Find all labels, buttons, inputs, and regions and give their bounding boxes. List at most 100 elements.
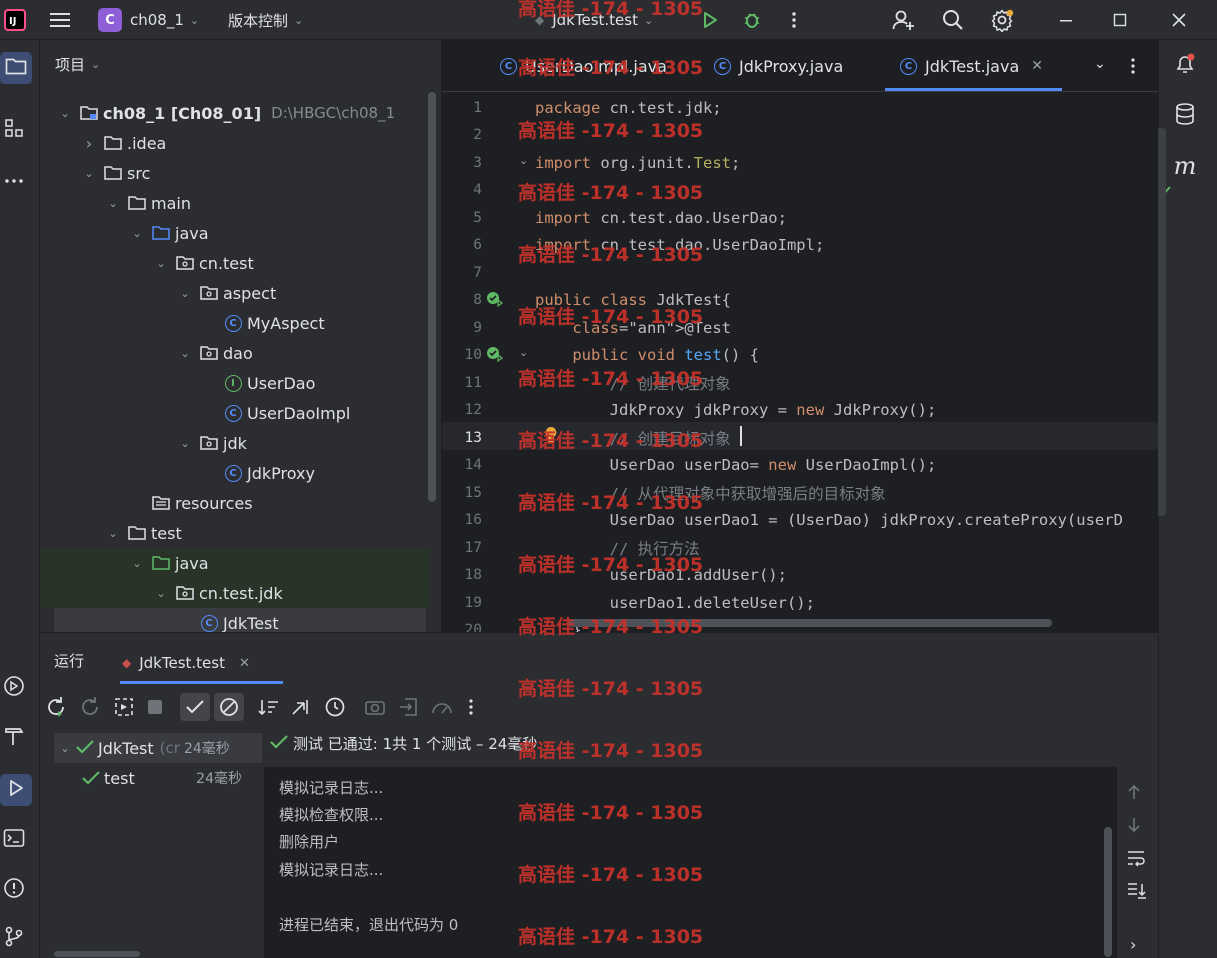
tree-item[interactable]: ⌄ main: [40, 188, 430, 218]
minimize-button[interactable]: [1050, 0, 1082, 40]
app-logo-icon[interactable]: IJ: [4, 0, 26, 40]
rerun-failed-icon[interactable]: [78, 695, 102, 723]
notifications-button[interactable]: [1171, 52, 1199, 80]
chevron-down-icon[interactable]: ⌄: [178, 287, 192, 300]
tab-userdaoimpl[interactable]: C UserDaoImpl.java: [500, 40, 667, 92]
git-tool-button[interactable]: [0, 924, 28, 952]
chevron-down-icon[interactable]: ⌄: [106, 197, 120, 210]
tree-item[interactable]: › .idea: [40, 128, 430, 158]
problems-tool-button[interactable]: [0, 876, 28, 904]
main-menu-icon[interactable]: [48, 0, 72, 40]
sort-alpha-icon[interactable]: [258, 696, 280, 722]
tree-horizontal-scrollbar[interactable]: [54, 951, 140, 957]
console-output[interactable]: 模拟记录日志... 模拟检查权限... 删除用户 模拟记录日志... 进程已结束…: [264, 767, 1117, 958]
tree-item[interactable]: C UserDaoImpl: [40, 398, 430, 428]
tree-item[interactable]: ⌄ cn.test.jdk: [40, 578, 430, 608]
soft-wrap-icon[interactable]: [1126, 849, 1146, 871]
chevron-down-icon[interactable]: ⌄: [154, 587, 168, 600]
scroll-up-icon[interactable]: [1126, 783, 1142, 805]
stop-icon[interactable]: [148, 700, 162, 714]
close-window-button[interactable]: [1163, 0, 1195, 40]
search-button[interactable]: [937, 0, 969, 40]
run-config-selector[interactable]: ◆ JdkTest.test ⌄: [535, 0, 653, 40]
chevron-down-icon[interactable]: ⌄: [130, 227, 144, 240]
show-ignored-toggle[interactable]: [214, 693, 244, 721]
structure-tool-button[interactable]: [0, 116, 28, 144]
tree-item[interactable]: ⌄ ch08_1 [Ch08_01] D:\HBGC\ch08_1: [40, 98, 430, 128]
chevron-down-icon[interactable]: ⌄: [82, 167, 96, 180]
build-tool-button[interactable]: [0, 724, 28, 752]
test-row-test[interactable]: test 24毫秒: [54, 763, 262, 793]
more-tools-button[interactable]: [0, 166, 28, 194]
debug-button[interactable]: [736, 0, 768, 40]
project-tree-scrollbar[interactable]: [428, 92, 436, 502]
maximize-button[interactable]: [1104, 0, 1136, 40]
close-tab-icon[interactable]: ✕: [239, 656, 250, 671]
scroll-to-end-icon[interactable]: [1126, 881, 1146, 903]
tree-item[interactable]: I UserDao: [40, 368, 430, 398]
chevron-down-icon[interactable]: ⌄: [58, 107, 72, 120]
run-button[interactable]: [694, 0, 726, 40]
tree-item[interactable]: ⌄ dao: [40, 338, 430, 368]
more-actions-button[interactable]: [778, 0, 810, 40]
interface-icon: I: [224, 374, 242, 392]
editor-horizontal-scrollbar[interactable]: [567, 619, 1052, 627]
tree-item[interactable]: C JdkProxy: [40, 458, 430, 488]
tab-more-icon[interactable]: [1130, 57, 1136, 79]
run-tool-button[interactable]: [0, 774, 32, 806]
tree-item[interactable]: C JdkTest: [54, 608, 426, 632]
test-passed-icon: [76, 739, 94, 758]
tree-item[interactable]: ⌄ test: [40, 518, 430, 548]
test-row-jdktest[interactable]: ⌄ JdkTest (cr 24毫秒: [54, 733, 262, 763]
source-folder-icon: [152, 224, 170, 242]
project-tool-button[interactable]: [0, 52, 32, 84]
rerun-icon[interactable]: [44, 695, 68, 723]
tree-item[interactable]: ⌄ jdk: [40, 428, 430, 458]
import-icon[interactable]: [398, 696, 420, 722]
camera-icon[interactable]: [364, 696, 386, 722]
toggle-auto-test-icon[interactable]: [112, 695, 136, 723]
tree-item[interactable]: resources: [40, 488, 430, 518]
fold-chevron-icon[interactable]: ⌄: [519, 346, 528, 359]
close-tab-icon[interactable]: ✕: [1031, 58, 1043, 74]
chevron-right-icon[interactable]: ›: [82, 134, 96, 153]
tree-item[interactable]: ⌄ java: [40, 218, 430, 248]
services-tool-button[interactable]: [0, 674, 28, 702]
chevron-down-icon[interactable]: ⌄: [178, 437, 192, 450]
settings-button[interactable]: [986, 0, 1018, 40]
lightbulb-icon[interactable]: [544, 426, 558, 448]
maven-tool-button[interactable]: m: [1171, 152, 1199, 180]
run-gutter-icon[interactable]: [486, 346, 504, 366]
tree-item[interactable]: ⌄ src: [40, 158, 430, 188]
terminal-tool-button[interactable]: [0, 826, 28, 854]
tree-item[interactable]: C MyAspect: [40, 308, 430, 338]
collapse-all-icon[interactable]: [290, 696, 312, 722]
chevron-right-icon[interactable]: ›: [1130, 935, 1136, 954]
gauge-icon[interactable]: [430, 696, 454, 722]
fold-chevron-icon[interactable]: ⌄: [519, 154, 528, 167]
tree-item[interactable]: ⌄ aspect: [40, 278, 430, 308]
run-panel-title: 运行: [54, 652, 85, 670]
more-vertical-icon[interactable]: [468, 698, 474, 720]
chevron-down-icon[interactable]: ⌄: [106, 527, 120, 540]
chevron-down-icon[interactable]: ⌄: [154, 257, 168, 270]
project-switcher[interactable]: C ch08_1 ⌄: [98, 0, 199, 40]
console-scrollbar[interactable]: [1104, 827, 1112, 957]
scroll-down-icon[interactable]: [1126, 816, 1142, 838]
chevron-down-icon[interactable]: ⌄: [130, 557, 144, 570]
show-passed-toggle[interactable]: [180, 693, 210, 721]
tree-item[interactable]: ⌄ java: [40, 548, 430, 578]
run-gutter-icon[interactable]: [486, 291, 504, 311]
clock-icon[interactable]: [324, 696, 346, 722]
database-tool-button[interactable]: [1171, 102, 1199, 130]
code-editor[interactable]: 1 package cn.test.jdk; 2 3 import org.junit.…: [442, 92, 1158, 632]
tab-jdktest[interactable]: C JdkTest.java ✕: [900, 40, 1043, 92]
project-panel-header[interactable]: 项目 ⌄: [55, 54, 100, 75]
run-tab-jdktest[interactable]: ◆ JdkTest.test ✕: [122, 641, 250, 685]
tab-jdkproxy[interactable]: C JdkProxy.java: [714, 40, 843, 92]
vcs-menu[interactable]: 版本控制 ⌄: [228, 0, 303, 40]
tree-item[interactable]: ⌄ cn.test: [40, 248, 430, 278]
add-user-button[interactable]: [888, 0, 920, 40]
chevron-down-icon[interactable]: ⌄: [178, 347, 192, 360]
tab-list-chevron-icon[interactable]: ⌄: [1094, 56, 1106, 72]
